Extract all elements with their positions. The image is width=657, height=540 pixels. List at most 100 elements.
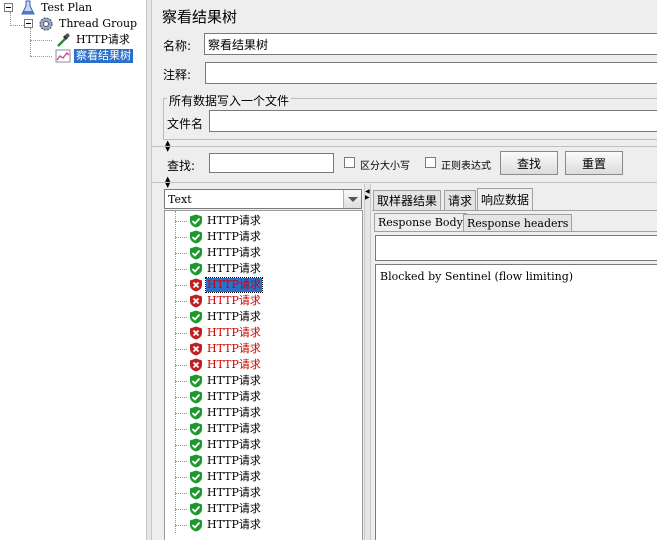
chevron-down-icon[interactable] (343, 190, 361, 208)
search-label: 查找: (167, 159, 196, 173)
result-row[interactable]: HTTP请求 (165, 341, 262, 357)
result-row-label: HTTP请求 (207, 374, 261, 387)
error-shield-icon (190, 278, 202, 292)
result-row[interactable]: HTTP请求 (165, 277, 263, 293)
graph-icon (55, 49, 71, 63)
result-row[interactable]: HTTP请求 (165, 309, 262, 325)
page-title: 察看结果树 (162, 8, 238, 26)
test-plan-tree[interactable]: Test Plan Thread Group HTTP请求 察看结果树 (0, 0, 146, 540)
tree-node-label: 察看结果树 (74, 49, 133, 63)
result-row-label: HTTP请求 (207, 422, 261, 435)
success-shield-icon (190, 470, 202, 484)
result-row-label: HTTP请求 (205, 277, 263, 293)
tab-request[interactable]: 请求 (444, 190, 477, 210)
success-shield-icon (190, 422, 202, 436)
result-row[interactable]: HTTP请求 (165, 213, 262, 229)
result-row[interactable]: HTTP请求 (165, 437, 262, 453)
case-sensitive-label: 区分大小写 (360, 161, 410, 172)
renderer-select-value: Text (168, 193, 192, 206)
error-shield-icon (190, 326, 202, 340)
regex-checkbox[interactable] (425, 157, 436, 168)
case-sensitive-checkbox[interactable] (344, 157, 355, 168)
result-row-label: HTTP请求 (207, 310, 261, 323)
subtab-response-body[interactable]: Response Body (374, 213, 467, 231)
result-tree[interactable]: HTTP请求 HTTP请求 HTTP请求 HTTP请求 HTTP请求 HTTP请求 HTTP… (164, 210, 363, 540)
response-body[interactable]: Blocked by Sentinel (flow limiting) (375, 264, 657, 540)
result-row-label: HTTP请求 (207, 294, 261, 307)
tree-node-http-request[interactable]: HTTP请求 (55, 32, 132, 48)
pipette-icon (57, 33, 70, 47)
result-row[interactable]: HTTP请求 (165, 293, 262, 309)
success-shield-icon (190, 518, 202, 532)
success-shield-icon (190, 502, 202, 516)
file-name-label: 文件名 (167, 117, 204, 131)
success-shield-icon (190, 454, 202, 468)
result-row-label: HTTP请求 (207, 406, 261, 419)
tree-node-label: HTTP请求 (76, 33, 130, 46)
result-row[interactable]: HTTP请求 (165, 229, 262, 245)
result-row-label: HTTP请求 (207, 502, 261, 515)
result-row[interactable]: HTTP请求 (165, 245, 262, 261)
gear-icon (39, 17, 53, 31)
file-name-field[interactable] (209, 110, 657, 132)
result-row-label: HTTP请求 (207, 486, 261, 499)
collapse-thread-group-toggle[interactable] (24, 19, 33, 28)
reset-button[interactable]: 重置 (565, 151, 623, 175)
comment-label: 注释: (163, 68, 192, 82)
error-shield-icon (190, 358, 202, 372)
result-row-label: HTTP请求 (207, 342, 261, 355)
result-row-label: HTTP请求 (207, 214, 261, 227)
success-shield-icon (190, 438, 202, 452)
result-row[interactable]: HTTP请求 (165, 517, 262, 533)
search-button[interactable]: 查找 (500, 151, 558, 175)
tree-node-label: Test Plan (41, 1, 93, 14)
success-shield-icon (190, 486, 202, 500)
success-shield-icon (190, 246, 202, 260)
result-row-label: HTTP请求 (207, 358, 261, 371)
result-row[interactable]: HTTP请求 (165, 421, 262, 437)
subtab-response-headers[interactable]: Response headers (463, 214, 573, 232)
search-input[interactable] (209, 153, 334, 173)
regex-label: 正则表达式 (441, 161, 491, 172)
file-group-title: 所有数据写入一个文件 (167, 92, 292, 109)
renderer-select[interactable]: Text (164, 189, 362, 209)
tree-node-label: Thread Group (59, 17, 138, 30)
success-shield-icon (190, 214, 202, 228)
tab-sampler-result[interactable]: 取样器结果 (373, 190, 442, 210)
result-row[interactable]: HTTP请求 (165, 373, 262, 389)
result-row[interactable]: HTTP请求 (165, 357, 262, 373)
result-row-label: HTTP请求 (207, 438, 261, 451)
result-row-label: HTTP请求 (207, 262, 261, 275)
success-shield-icon (190, 406, 202, 420)
result-row-label: HTTP请求 (207, 454, 261, 467)
collapse-test-plan-toggle[interactable] (4, 3, 13, 12)
result-row[interactable]: HTTP请求 (165, 469, 262, 485)
vertical-splitter[interactable]: ◀ ▶ (364, 184, 371, 540)
error-shield-icon (190, 294, 202, 308)
result-row[interactable]: HTTP请求 (165, 501, 262, 517)
success-shield-icon (190, 390, 202, 404)
subtab-border (374, 231, 657, 232)
splitter-line (152, 146, 657, 147)
response-search-field[interactable] (375, 235, 657, 261)
result-row[interactable]: HTTP请求 (165, 485, 262, 501)
error-shield-icon (190, 342, 202, 356)
success-shield-icon (190, 374, 202, 388)
tab-border (372, 210, 657, 211)
result-row[interactable]: HTTP请求 (165, 389, 262, 405)
comment-field[interactable] (205, 62, 657, 84)
result-row-label: HTTP请求 (207, 518, 261, 531)
response-body-text: Blocked by Sentinel (flow limiting) (380, 270, 574, 283)
result-row[interactable]: HTTP请求 (165, 453, 262, 469)
tree-node-view-results-tree[interactable]: 察看结果树 (55, 48, 133, 64)
tree-node-test-plan[interactable]: Test Plan (20, 0, 94, 16)
name-field[interactable]: 察看结果树 (204, 33, 657, 55)
result-row[interactable]: HTTP请求 (165, 325, 262, 341)
tab-response-data[interactable]: 响应数据 (477, 188, 534, 210)
test-plan-icon (21, 0, 35, 15)
tree-node-thread-group[interactable]: Thread Group (38, 16, 139, 32)
tree-splitter[interactable] (146, 0, 152, 540)
result-row[interactable]: HTTP请求 (165, 261, 262, 277)
result-row-label: HTTP请求 (207, 246, 261, 259)
result-row[interactable]: HTTP请求 (165, 405, 262, 421)
